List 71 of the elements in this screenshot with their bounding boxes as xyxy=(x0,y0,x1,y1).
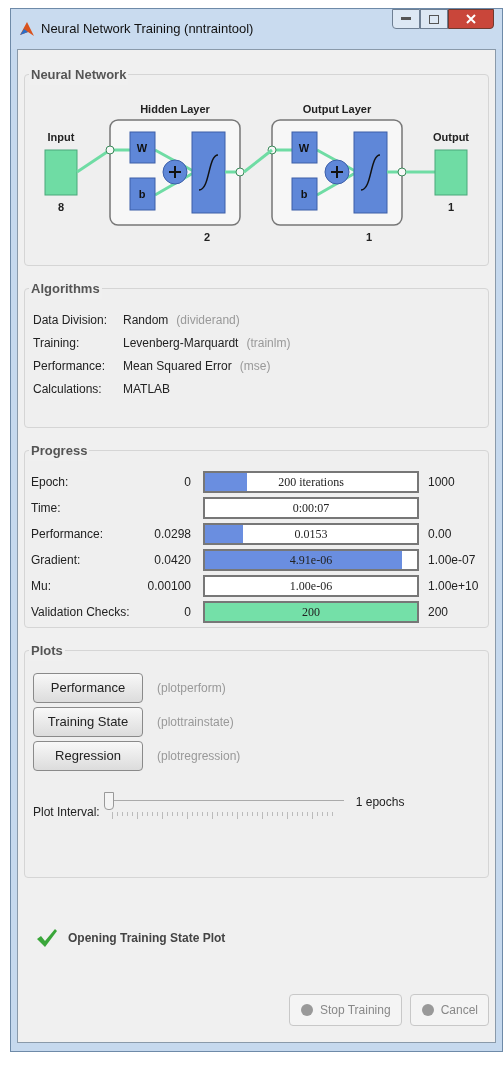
algorithm-label: Calculations: xyxy=(33,381,103,398)
progress-label: Epoch: xyxy=(31,474,70,491)
slider-thumb[interactable] xyxy=(103,792,114,810)
end-value: 1000 xyxy=(428,474,455,491)
output-size: 1 xyxy=(447,201,455,213)
layer-title: Hidden Layer xyxy=(140,103,210,115)
function-name: (dividerand) xyxy=(176,312,240,329)
input-label: Input xyxy=(47,131,75,143)
bias-label: b xyxy=(300,188,308,200)
minimize-button[interactable] xyxy=(392,9,420,29)
algorithm-value: Random xyxy=(123,312,169,329)
interval-slider[interactable] xyxy=(103,790,344,820)
algorithm-label: Training: xyxy=(33,335,81,352)
plot-interval-label: Plot Interval: xyxy=(33,804,100,821)
progress-reading: 1.00e-06 xyxy=(289,578,333,595)
progress-reading: 200 iterations xyxy=(278,474,344,491)
function-name: (plotregression) xyxy=(157,748,241,765)
function-name: (mse) xyxy=(239,358,271,375)
maximize-icon xyxy=(429,14,439,24)
connection-line xyxy=(243,148,273,174)
plot-button[interactable]: Performance xyxy=(33,673,143,703)
plot-button[interactable]: Regression xyxy=(33,741,143,771)
connection-line xyxy=(406,170,435,174)
function-name: (plottrainstate) xyxy=(157,714,234,731)
close-button[interactable] xyxy=(448,9,494,29)
progress-reading: 4.91e-06 xyxy=(289,552,333,569)
progress-label: Performance: xyxy=(31,526,105,543)
algorithm-value: Mean Squared Error xyxy=(123,358,232,375)
algorithm-label: Performance: xyxy=(33,358,107,375)
progress-label: Gradient: xyxy=(31,552,82,569)
interval-reading: 1 epochs xyxy=(355,794,405,811)
app-icon xyxy=(19,20,35,38)
end-value: 1.00e-07 xyxy=(428,552,476,569)
output-node xyxy=(434,149,468,196)
progress-label: Mu: xyxy=(31,578,52,595)
progress-reading: 0.0153 xyxy=(294,526,328,543)
status-message: Opening Training State Plot xyxy=(68,930,226,947)
function-name: (trainlm) xyxy=(246,335,291,352)
circle-icon xyxy=(299,1003,314,1017)
start-value: 0.00100 xyxy=(147,578,191,595)
input-size: 8 xyxy=(57,201,65,213)
window-title: Neural Network Training (nntraintool) xyxy=(41,20,254,39)
progress-reading: 0:00:07 xyxy=(292,500,330,517)
end-value: 200 xyxy=(428,604,449,621)
start-value: 0.0298 xyxy=(154,526,191,543)
function-name: (plotperform) xyxy=(157,680,226,697)
circle-icon xyxy=(420,1003,435,1017)
algorithm-value: MATLAB xyxy=(123,381,171,398)
start-value: 0 xyxy=(184,474,191,491)
checkmark-icon xyxy=(36,928,58,948)
progress-reading: 200 xyxy=(302,604,320,621)
algorithm-value: Levenberg-Marquardt xyxy=(123,335,239,352)
end-value: 1.00e+10 xyxy=(428,578,479,595)
plot-button[interactable]: Training State xyxy=(33,707,143,737)
start-value: 0 xyxy=(184,604,191,621)
layer-title: Output Layer xyxy=(302,103,372,115)
progress-label: Time: xyxy=(31,500,62,517)
progress-label: Validation Checks: xyxy=(31,604,131,621)
close-icon xyxy=(466,14,476,24)
input-node xyxy=(44,149,78,196)
weight-label: W xyxy=(298,142,310,154)
start-value: 0.0420 xyxy=(154,552,191,569)
layer-size: 1 xyxy=(365,231,373,243)
layer-size: 2 xyxy=(203,231,211,243)
maximize-button[interactable] xyxy=(420,9,448,29)
end-value: 0.00 xyxy=(428,526,452,543)
minimize-icon xyxy=(401,17,411,21)
output-label: Output xyxy=(433,131,469,143)
weight-label: W xyxy=(136,142,148,154)
algorithm-label: Data Division: xyxy=(33,312,109,329)
bias-label: b xyxy=(138,188,146,200)
